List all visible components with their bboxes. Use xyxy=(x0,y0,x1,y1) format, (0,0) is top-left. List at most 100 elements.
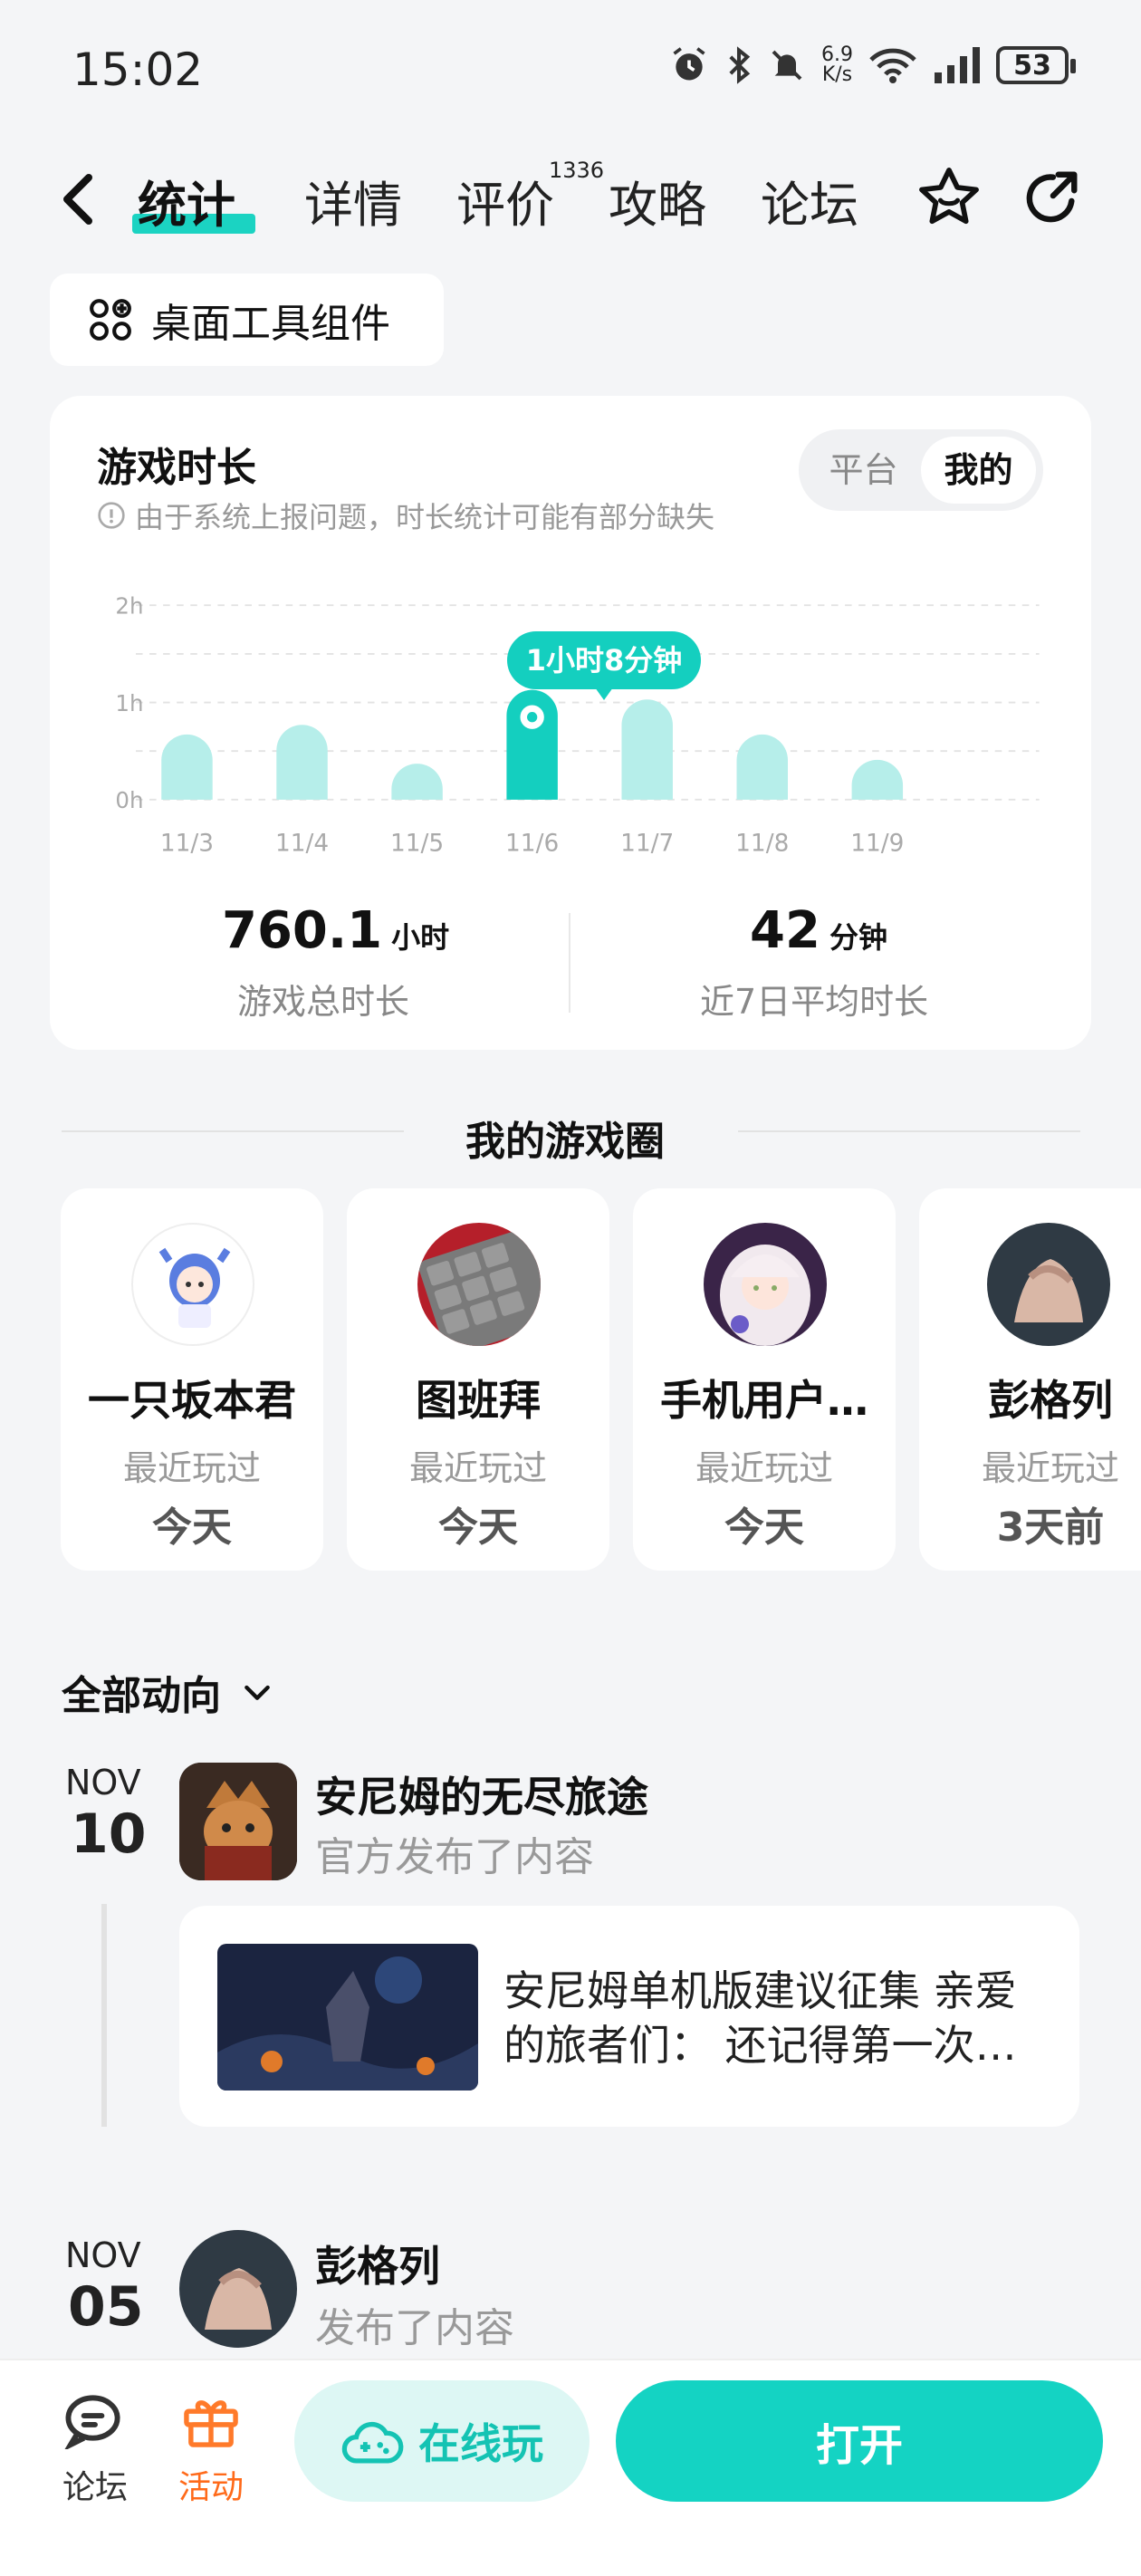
chart-bar[interactable] xyxy=(621,699,673,800)
tab-forum[interactable]: 论坛 xyxy=(761,165,858,236)
battery-indicator: 53 xyxy=(996,46,1076,84)
net-speed-value: 6.9 xyxy=(821,43,853,66)
post-subtitle: 发布了内容 xyxy=(315,2305,514,2351)
favorite-star-icon[interactable] xyxy=(915,163,983,232)
widget-label: 桌面工具组件 xyxy=(151,301,390,347)
chart-bar[interactable] xyxy=(161,734,213,800)
avg-playtime-unit: 分钟 xyxy=(829,920,887,955)
chart-xtick-label: 11/7 xyxy=(620,830,674,857)
status-icons: 6.9 K/s 53 xyxy=(669,45,1076,85)
back-icon[interactable] xyxy=(60,172,96,226)
tab-guides[interactable]: 攻略 xyxy=(609,165,706,236)
chart-xtick-label: 11/5 xyxy=(390,830,444,857)
avg-playtime: 42 分钟 xyxy=(750,901,887,960)
game-circle-title: 我的游戏圈 xyxy=(465,1119,665,1165)
post-thumbnail xyxy=(217,1944,478,2091)
stat-divider xyxy=(569,913,570,1013)
circle-when: 3天前 xyxy=(996,1504,1105,1551)
tab-stats[interactable]: 统计 xyxy=(138,165,235,236)
circle-when: 今天 xyxy=(724,1504,804,1551)
chart-ytick-label: 1h xyxy=(115,690,143,716)
circle-card[interactable]: 图班拜 最近玩过 今天 xyxy=(347,1188,609,1571)
chart-bar[interactable] xyxy=(276,725,328,800)
forum-icon xyxy=(63,2395,120,2452)
post-subtitle: 官方发布了内容 xyxy=(315,1834,594,1880)
playtime-title: 游戏时长 xyxy=(97,445,256,491)
chart-xtick-label: 11/3 xyxy=(160,830,214,857)
circle-name: 手机用户… xyxy=(660,1376,868,1425)
chart-bar[interactable] xyxy=(391,764,443,800)
game-avatar[interactable] xyxy=(179,1763,297,1880)
feed-filter-dropdown[interactable]: 全部动向 xyxy=(62,1663,275,1721)
circle-name: 图班拜 xyxy=(416,1376,541,1425)
chart-tooltip: 1小时8分钟 xyxy=(507,631,701,700)
circle-name: 一只坂本君 xyxy=(88,1376,296,1425)
circle-label: 最近玩过 xyxy=(981,1448,1119,1488)
playtime-note-text: 由于系统上报问题，时长统计可能有部分缺失 xyxy=(135,500,715,534)
bottom-forum[interactable]: 论坛 xyxy=(45,2391,145,2508)
alarm-icon xyxy=(673,47,705,81)
info-icon xyxy=(98,502,125,529)
share-icon[interactable] xyxy=(1019,167,1082,230)
post-excerpt: 安尼姆单机版建议征集 亲爱的旅者们： 还记得第一次… xyxy=(503,1966,1017,2070)
circle-card[interactable]: 彭格列 最近玩过 3天前 xyxy=(919,1188,1141,1571)
post-date-month: NOV xyxy=(65,1763,141,1802)
total-playtime-label: 游戏总时长 xyxy=(237,982,410,1022)
wifi-icon xyxy=(869,48,916,83)
avatar xyxy=(417,1223,541,1346)
chart-xtick-label: 11/8 xyxy=(735,830,789,857)
circle-card[interactable]: 一只坂本君 最近玩过 今天 xyxy=(61,1188,323,1571)
chevron-down-icon xyxy=(244,1685,270,1700)
bluetooth-icon xyxy=(729,46,751,84)
bottom-activity[interactable]: 活动 xyxy=(161,2391,261,2508)
section-divider-right xyxy=(738,1130,1080,1132)
circle-name: 彭格列 xyxy=(988,1376,1113,1425)
playtime-note: 由于系统上报问题，时长统计可能有部分缺失 xyxy=(97,495,714,536)
total-playtime: 760.1 小时 xyxy=(222,901,449,960)
post-title[interactable]: 彭格列 xyxy=(315,2234,440,2293)
chart-ytick-label: 2h xyxy=(115,593,143,620)
user-avatar[interactable] xyxy=(179,2230,297,2348)
section-divider-left xyxy=(62,1130,404,1132)
bottom-forum-label: 论坛 xyxy=(62,2469,128,2506)
circle-when: 今天 xyxy=(152,1504,232,1551)
review-count-badge: 1336 xyxy=(549,158,605,183)
post-date-day: 10 xyxy=(71,1802,147,1866)
tab-reviews[interactable]: 评价 xyxy=(456,165,554,236)
post-title[interactable]: 安尼姆的无尽旅途 xyxy=(315,1764,648,1824)
chart-xtick-label: 11/9 xyxy=(850,830,904,857)
avg-playtime-value: 42 xyxy=(750,901,820,960)
status-time: 15:02 xyxy=(72,43,204,96)
chart-bar[interactable] xyxy=(736,734,788,800)
feed-filter-label: 全部动向 xyxy=(62,1673,221,1719)
tab-details[interactable]: 详情 xyxy=(304,165,402,236)
desktop-widget-button[interactable]: 桌面工具组件 xyxy=(50,274,444,366)
play-online-button[interactable]: 在线玩 xyxy=(294,2380,590,2502)
bottom-activity-label: 活动 xyxy=(177,2469,244,2506)
circle-when: 今天 xyxy=(438,1504,518,1551)
circle-label: 最近玩过 xyxy=(695,1448,833,1488)
chart-xtick-label: 11/4 xyxy=(275,830,329,857)
signal-icon xyxy=(935,47,980,83)
mute-icon xyxy=(772,50,802,81)
timeline-line xyxy=(101,1904,107,2127)
chart-bar[interactable] xyxy=(851,759,904,800)
widget-grid-icon xyxy=(90,299,131,341)
total-playtime-value: 760.1 xyxy=(222,901,383,960)
net-speed: 6.9 K/s xyxy=(821,45,853,85)
chart-xtick-label: 11/6 xyxy=(505,830,559,857)
circle-label: 最近玩过 xyxy=(408,1448,547,1488)
avatar xyxy=(131,1223,254,1346)
post-date-month: NOV xyxy=(65,2235,141,2275)
toggle-platform[interactable]: 平台 xyxy=(806,437,921,504)
post-date-day: 05 xyxy=(68,2275,144,2339)
avatar xyxy=(704,1223,827,1346)
open-button[interactable]: 打开 xyxy=(616,2380,1103,2502)
chart-ytick-label: 0h xyxy=(115,787,143,813)
circle-label: 最近玩过 xyxy=(122,1448,261,1488)
total-playtime-unit: 小时 xyxy=(391,920,450,955)
cloud-gamepad-icon xyxy=(341,2421,404,2464)
toggle-mine[interactable]: 我的 xyxy=(921,437,1036,504)
gift-icon xyxy=(184,2400,238,2447)
circle-card[interactable]: 手机用户… 最近玩过 今天 xyxy=(633,1188,896,1571)
